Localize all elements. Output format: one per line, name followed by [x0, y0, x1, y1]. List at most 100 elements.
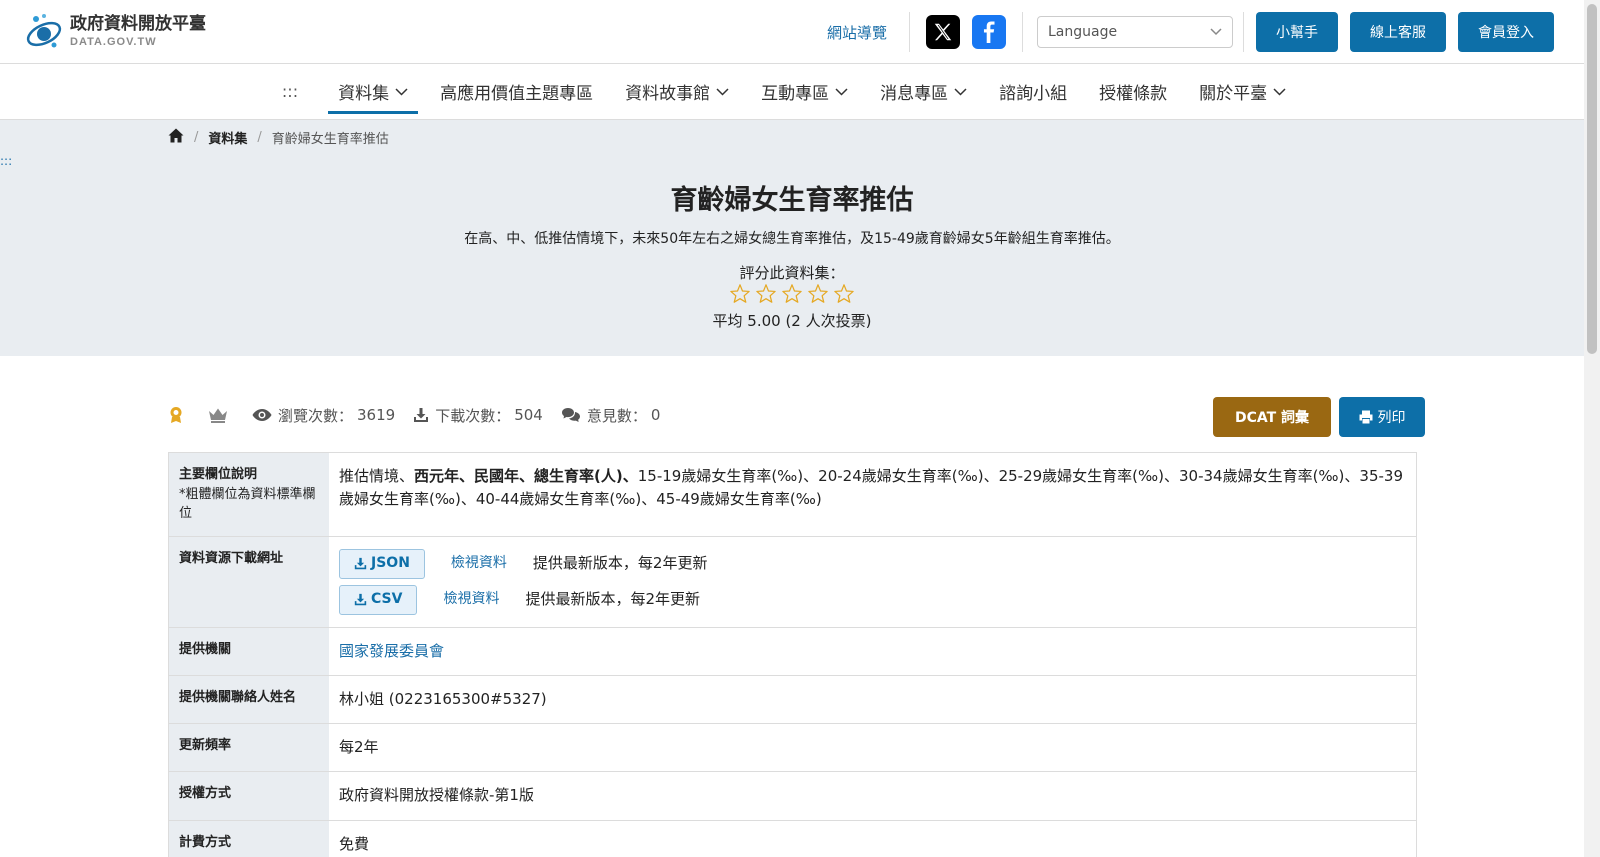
- nav-item-news[interactable]: 消息專區: [864, 64, 983, 120]
- nav-item-datasets[interactable]: 資料集: [322, 64, 424, 120]
- chevron-down-icon: [716, 87, 729, 96]
- online-support-button[interactable]: 線上客服: [1350, 12, 1446, 52]
- page-scrollbar[interactable]: [1584, 0, 1600, 857]
- download-value: JSON 檢視資料 提供最新版本，每2年更新 CSV 檢視資料 提供最新版本，每…: [329, 537, 1416, 627]
- dataset-hero: / 資料集 / 育齡婦女生育率推估 ::: 育齡婦女生育率推估 在高、中、低推估…: [0, 120, 1584, 356]
- view-data-link[interactable]: 檢視資料: [451, 553, 507, 575]
- nav-item-label: 資料故事館: [625, 84, 711, 104]
- page-title: 育齡婦女生育率推估: [670, 185, 914, 216]
- nav-item-label: 消息專區: [880, 84, 949, 104]
- member-login-button[interactable]: 會員登入: [1458, 12, 1554, 52]
- views-label: 瀏覽次數：: [278, 406, 354, 425]
- helper-button[interactable]: 小幫手: [1256, 12, 1338, 52]
- download-note: 提供最新版本，每2年更新: [532, 553, 708, 572]
- star-icon[interactable]: [756, 284, 776, 307]
- facebook-icon[interactable]: [972, 15, 1006, 49]
- language-select[interactable]: Language: [1037, 16, 1233, 48]
- chevron-down-icon: [1210, 28, 1222, 36]
- agency-link[interactable]: 國家發展委員會: [339, 642, 444, 660]
- fields-header-note: *粗體欄位為資料標準欄位: [179, 486, 316, 522]
- download-format: CSV: [371, 590, 403, 607]
- fields-header-label: 主要欄位說明: [179, 467, 258, 482]
- rating-label: 評分此資料集：: [739, 264, 845, 282]
- language-select-value: Language: [1048, 24, 1118, 40]
- downloads-stat: 下載次數： 504: [413, 405, 543, 426]
- table-row: 主要欄位說明 *粗體欄位為資料標準欄位 推估情境、西元年、民國年、總生育率(人)…: [169, 453, 1416, 537]
- breadcrumb-datasets[interactable]: 資料集: [208, 128, 247, 147]
- nav-item-label: 互動專區: [761, 84, 830, 104]
- comments-stat: 意見數： 0: [561, 405, 661, 426]
- nav-item-high-value[interactable]: 高應用價值主題專區: [424, 64, 609, 120]
- views-stat: 瀏覽次數： 3619: [252, 405, 395, 426]
- main-nav: ::: 資料集 高應用價值主題專區 資料故事館 互動專區 消息專區 諮詢小組 授…: [0, 64, 1584, 120]
- table-row: 授權方式 政府資料開放授權條款-第1版: [169, 772, 1416, 821]
- download-icon: [354, 593, 367, 606]
- sitemap-link[interactable]: 網站導覽: [827, 22, 899, 43]
- nav-item-license[interactable]: 授權條款: [1083, 64, 1183, 120]
- content-accesskey[interactable]: :::: [0, 154, 12, 168]
- star-icon[interactable]: [834, 284, 854, 307]
- nav-item-label: 關於平臺: [1199, 84, 1268, 104]
- star-icon[interactable]: [782, 284, 802, 307]
- table-row: 更新頻率 每2年: [169, 724, 1416, 773]
- scrollbar-thumb[interactable]: [1587, 4, 1597, 354]
- breadcrumb-current: 育齡婦女生育率推估: [271, 132, 389, 147]
- site-logo[interactable]: 政府資料開放平臺 DATA.GOV.TW: [24, 12, 206, 52]
- license-header: 授權方式: [169, 772, 329, 820]
- download-icon: [414, 408, 429, 422]
- logo-icon: [24, 12, 64, 52]
- nav-item-label: 高應用價值主題專區: [440, 84, 594, 104]
- view-data-link[interactable]: 檢視資料: [443, 589, 499, 611]
- star-icon[interactable]: [730, 284, 750, 307]
- table-row: 資料資源下載網址 JSON 檢視資料 提供最新版本，每2年更新 CSV 檢視資料…: [169, 536, 1416, 628]
- contact-header: 提供機關聯絡人姓名: [169, 675, 329, 723]
- dataset-info-table: 主要欄位說明 *粗體欄位為資料標準欄位 推估情境、西元年、民國年、總生育率(人)…: [168, 452, 1417, 857]
- print-label: 列印: [1377, 410, 1406, 426]
- agency-header: 提供機關: [169, 627, 329, 675]
- table-row: 提供機關 國家發展委員會: [169, 627, 1416, 676]
- download-icon: [354, 557, 367, 570]
- dataset-description: 在高、中、低推估情境下，未來50年左右之婦女總生育率推估，及15-49歲育齡婦女…: [464, 231, 1120, 247]
- download-csv-button[interactable]: CSV: [339, 584, 418, 615]
- award-icon: [168, 406, 190, 424]
- crown-icon: [208, 407, 234, 423]
- breadcrumb-separator: /: [257, 130, 262, 145]
- logo-title: 政府資料開放平臺: [70, 14, 206, 34]
- home-icon[interactable]: [168, 128, 184, 147]
- license-value: 政府資料開放授權條款-第1版: [339, 786, 534, 805]
- download-note: 提供最新版本，每2年更新: [525, 589, 700, 608]
- comments-label: 意見數：: [586, 406, 647, 425]
- nav-accesskey[interactable]: :::: [282, 82, 322, 101]
- breadcrumb: / 資料集 / 育齡婦女生育率推估: [168, 128, 389, 147]
- logo-subtitle: DATA.GOV.TW: [70, 36, 157, 48]
- site-header: 政府資料開放平臺 DATA.GOV.TW 網站導覽 Language 小幫手 線…: [0, 0, 1584, 64]
- nav-item-about[interactable]: 關於平臺: [1183, 64, 1302, 120]
- nav-item-stories[interactable]: 資料故事館: [609, 64, 745, 120]
- print-button[interactable]: 列印: [1339, 397, 1425, 437]
- divider: [1022, 12, 1023, 52]
- downloads-label: 下載次數：: [435, 406, 511, 425]
- comments-count: 0: [650, 406, 661, 424]
- comments-icon: [561, 408, 580, 422]
- nav-item-interactive[interactable]: 互動專區: [745, 64, 864, 120]
- dcat-vocabulary-button[interactable]: DCAT 詞彙: [1213, 397, 1331, 437]
- rating-average: 平均 5.00 (2 人次投票): [712, 312, 872, 330]
- printer-icon: [1359, 410, 1372, 424]
- x-twitter-icon[interactable]: [926, 15, 960, 49]
- table-row: 提供機關聯絡人姓名 林小姐 (0223165300#5327): [169, 675, 1416, 724]
- download-json-button[interactable]: JSON: [339, 548, 425, 579]
- eye-icon: [252, 409, 272, 421]
- star-icon[interactable]: [808, 284, 828, 307]
- download-item: CSV 檢視資料 提供最新版本，每2年更新: [339, 584, 1406, 615]
- fields-value: 推估情境、西元年、民國年、總生育率(人)、15-19歲婦女生育率(‰)、20-2…: [329, 453, 1416, 536]
- frequency-header: 更新頻率: [169, 724, 329, 772]
- fee-value: 免費: [339, 834, 370, 853]
- views-count: 3619: [357, 406, 396, 424]
- frequency-value: 每2年: [339, 738, 379, 756]
- chevron-down-icon: [835, 87, 848, 96]
- nav-item-advisory[interactable]: 諮詢小組: [983, 64, 1083, 120]
- dataset-stats: 瀏覽次數： 3619 下載次數： 504 意見數： 0: [168, 400, 678, 430]
- divider: [1243, 12, 1244, 52]
- table-row: 計費方式 免費: [169, 820, 1416, 857]
- breadcrumb-separator: /: [194, 130, 199, 145]
